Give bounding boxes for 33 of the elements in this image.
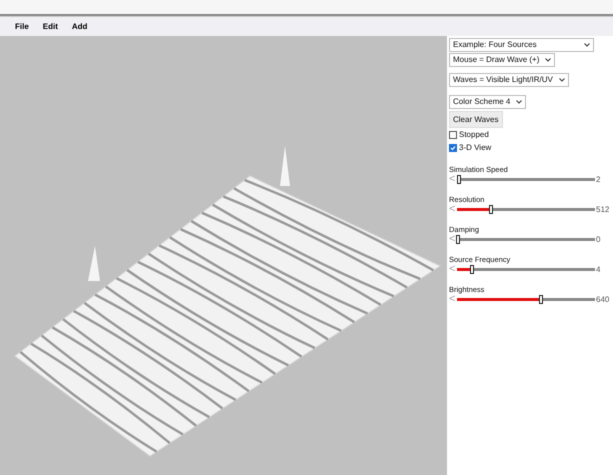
chevron-down-icon xyxy=(516,100,522,104)
slider-track[interactable] xyxy=(457,178,595,181)
slider-track[interactable] xyxy=(457,208,595,211)
slider-value: 640 xyxy=(596,294,610,306)
menu-item[interactable]: Add xyxy=(72,20,88,32)
slider-fill xyxy=(457,268,471,271)
slider-value: 512 xyxy=(596,204,610,216)
dropdown[interactable]: Waves = Visible Light/IR/UV xyxy=(449,73,569,87)
menu-item[interactable]: Edit xyxy=(42,20,58,32)
slider-thumb[interactable] xyxy=(470,265,474,274)
slider-track[interactable] xyxy=(457,238,595,241)
slider-thumb[interactable] xyxy=(489,205,494,214)
slider-fill xyxy=(457,208,490,211)
dropdown[interactable]: Color Scheme 4 xyxy=(449,95,526,109)
checkbox-label: Stopped xyxy=(459,129,489,141)
slider-thumb[interactable] xyxy=(456,235,460,244)
slider-thumb[interactable] xyxy=(538,295,543,304)
checkbox[interactable] xyxy=(449,144,457,152)
chevron-down-icon xyxy=(558,78,565,82)
checkbox[interactable] xyxy=(449,131,457,139)
slider-value: 0 xyxy=(596,234,600,246)
slider-value: 4 xyxy=(596,264,600,276)
chevron-down-icon xyxy=(545,58,552,62)
chevron-down-icon xyxy=(584,43,590,47)
dropdown[interactable]: Mouse = Draw Wave (+) xyxy=(449,53,556,67)
slider-track[interactable] xyxy=(457,298,595,301)
slider-value: 2 xyxy=(596,174,600,186)
menu-item[interactable]: File xyxy=(15,20,29,32)
slider-thumb[interactable] xyxy=(457,175,462,184)
slider-track[interactable] xyxy=(457,268,595,271)
dropdown[interactable]: Example: Four Sources xyxy=(449,38,594,52)
checkbox-label: 3-D View xyxy=(459,142,492,154)
clear-waves-button[interactable]: Clear Waves xyxy=(449,111,502,128)
